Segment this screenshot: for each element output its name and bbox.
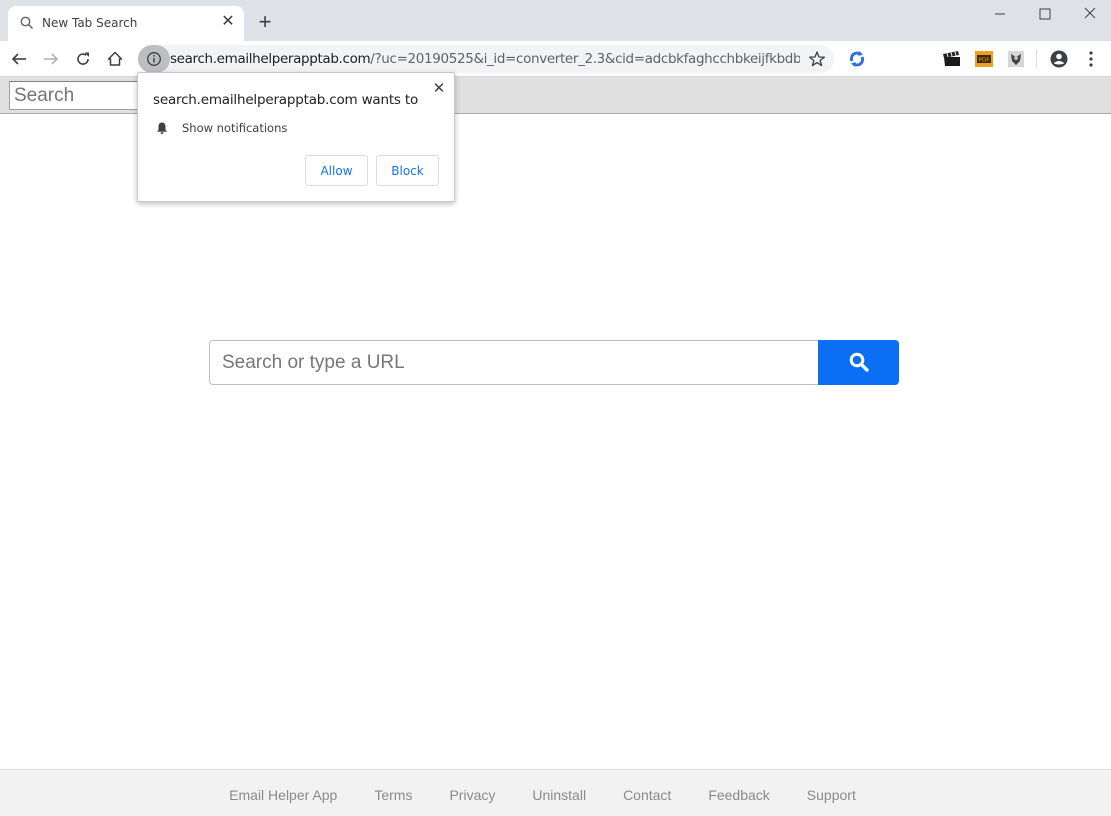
pdf-extension-icon[interactable]: PDF	[973, 48, 995, 70]
footer-link-feedback[interactable]: Feedback	[708, 787, 769, 803]
search-icon	[849, 352, 869, 372]
site-info-button[interactable]	[138, 45, 170, 73]
back-arrow-icon[interactable]	[9, 49, 29, 69]
url-path: /?uc=20190525&i_id=converter_2.3&cid=adc…	[370, 51, 800, 67]
tab-new-tab-search[interactable]: New Tab Search ✕	[8, 6, 244, 41]
forward-arrow-icon[interactable]	[41, 49, 61, 69]
footer-link-support[interactable]: Support	[807, 787, 856, 803]
main-search-button[interactable]	[818, 340, 899, 385]
menu-kebab-icon[interactable]	[1080, 48, 1102, 70]
maximize-icon[interactable]	[1035, 4, 1055, 24]
svg-text:PDF: PDF	[979, 58, 990, 64]
main-search-form	[209, 340, 899, 385]
bell-icon	[157, 122, 167, 134]
clapperboard-extension-icon[interactable]	[941, 48, 963, 70]
profile-avatar-icon[interactable]	[1048, 48, 1070, 70]
url-host: search.emailhelperapptab.com	[170, 51, 371, 67]
footer-link-uninstall[interactable]: Uninstall	[532, 787, 586, 803]
footer-link-contact[interactable]: Contact	[623, 787, 671, 803]
minimize-icon[interactable]	[990, 4, 1010, 24]
crest-extension-icon[interactable]	[1005, 48, 1027, 70]
popup-title: search.emailhelperapptab.com wants to	[153, 92, 419, 108]
tab-close-icon[interactable]: ✕	[220, 14, 236, 30]
reload-icon[interactable]	[73, 49, 93, 69]
footer-link-privacy[interactable]: Privacy	[449, 787, 495, 803]
notification-permission-popup: search.emailhelperapptab.com wants to ✕ …	[137, 72, 455, 202]
permission-label: Show notifications	[182, 121, 288, 135]
tab-title: New Tab Search	[42, 16, 138, 30]
bookmark-star-icon[interactable]	[808, 50, 826, 68]
block-button[interactable]: Block	[376, 155, 439, 186]
url-text: search.emailhelperapptab.com/?uc=2019052…	[170, 51, 800, 67]
popup-close-icon[interactable]: ✕	[431, 81, 447, 97]
footer: Email Helper App Terms Privacy Uninstall…	[0, 769, 1111, 816]
main-search-input[interactable]	[209, 340, 819, 385]
toolbar-separator	[1036, 50, 1037, 68]
sync-extension-icon[interactable]	[846, 48, 868, 70]
footer-link-email-helper-app[interactable]: Email Helper App	[229, 787, 337, 803]
footer-links: Email Helper App Terms Privacy Uninstall…	[0, 787, 1085, 803]
footer-link-terms[interactable]: Terms	[374, 787, 412, 803]
home-icon[interactable]	[105, 49, 125, 69]
address-bar[interactable]: search.emailhelperapptab.com/?uc=2019052…	[138, 45, 834, 73]
allow-button[interactable]: Allow	[305, 155, 368, 186]
search-icon	[20, 16, 34, 30]
info-icon	[147, 52, 161, 66]
tab-strip: New Tab Search ✕ +	[0, 0, 1111, 41]
new-tab-button[interactable]: +	[255, 11, 275, 33]
window-close-icon[interactable]	[1080, 4, 1100, 24]
